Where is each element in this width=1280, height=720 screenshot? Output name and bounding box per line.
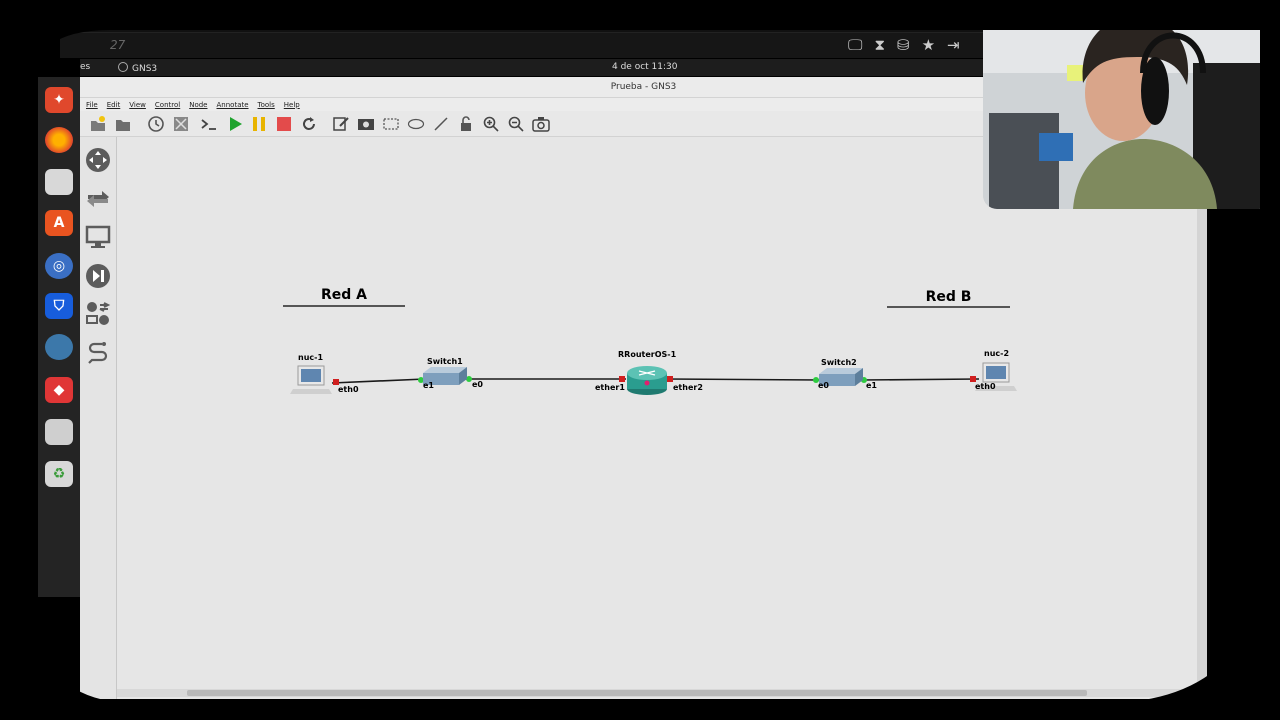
port-label-router-ether1: ether1 [595, 383, 625, 392]
history-icon[interactable] [147, 115, 165, 133]
topology-canvas[interactable]: Red A Red B nuc-1 Switch1 RRouterOS-1 Sw… [117, 137, 1197, 689]
node-label-switch1[interactable]: Switch1 [427, 357, 463, 366]
snapshot-icon[interactable] [172, 115, 190, 133]
port-label-nuc2-eth0: eth0 [975, 382, 996, 391]
routers-icon[interactable] [84, 146, 112, 174]
link-router-switch2[interactable] [665, 378, 822, 381]
all-devices-icon[interactable] [84, 300, 112, 328]
node-label-nuc1[interactable]: nuc-1 [298, 353, 323, 362]
app-menu[interactable]: GNS3 [118, 62, 157, 74]
stop-icon[interactable] [275, 115, 293, 133]
clock[interactable]: 4 de oct 11:30 [612, 62, 677, 72]
menu-node[interactable]: Node [189, 101, 207, 109]
horizontal-scrollbar[interactable] [117, 689, 1197, 697]
end-devices-icon[interactable] [84, 223, 112, 251]
webcam-person-image [983, 3, 1273, 209]
hourglass-icon[interactable]: ⧗ [874, 36, 885, 54]
router-device-icon[interactable] [627, 366, 667, 395]
port-label-nuc1-eth0: eth0 [338, 385, 359, 394]
menu-tools[interactable]: Tools [258, 101, 275, 109]
pause-icon[interactable] [250, 115, 268, 133]
draw-ellipse-icon[interactable] [407, 115, 425, 133]
link-switch2-nuc2[interactable] [860, 378, 980, 381]
menu-edit[interactable]: Edit [107, 101, 121, 109]
screenshot-icon[interactable] [532, 115, 550, 133]
webcam-overlay [983, 3, 1273, 209]
port-status-router-ether1 [619, 376, 625, 382]
horizontal-scroll-thumb[interactable] [187, 690, 1087, 696]
screen-share-icon[interactable]: 🖵 [848, 36, 862, 54]
trash-icon[interactable]: ♻ [45, 461, 73, 487]
port-status-router-ether2 [667, 376, 673, 382]
start-icon[interactable] [226, 115, 244, 133]
activities-button[interactable]: es [80, 62, 90, 72]
node-label-nuc2[interactable]: nuc-2 [984, 349, 1009, 358]
note-red-a[interactable]: Red A [283, 287, 405, 303]
nuc1-device-icon[interactable] [290, 365, 332, 394]
console-icon[interactable] [200, 115, 218, 133]
add-note-icon[interactable] [332, 115, 350, 133]
menu-file[interactable]: File [86, 101, 98, 109]
app-name: GNS3 [132, 64, 158, 74]
python-icon[interactable] [45, 334, 73, 360]
background-toolbar-text: 27 [110, 38, 126, 52]
dock: ✦ A ◎ ⛉ ◆ ♻ [38, 77, 80, 597]
topology-links [283, 305, 1017, 395]
draw-rectangle-icon[interactable] [382, 115, 400, 133]
vertical-scrollbar[interactable] [1197, 137, 1207, 699]
open-folder-icon[interactable] [114, 115, 132, 133]
monitor-icon[interactable] [256, 9, 270, 20]
port-label-sw1-e0: e0 [472, 380, 483, 389]
node-label-switch2[interactable]: Switch2 [821, 358, 857, 367]
zoom-out-icon[interactable] [507, 115, 525, 133]
browser-tab[interactable]: …27 [130, 4, 248, 28]
port-label-sw2-e0: e0 [818, 381, 829, 390]
text-editor-icon[interactable] [45, 419, 73, 445]
rocket-icon[interactable]: ✦ [45, 87, 73, 113]
switches-icon[interactable] [84, 185, 112, 213]
draw-line-icon[interactable] [432, 115, 450, 133]
star-icon[interactable]: ★ [922, 36, 935, 54]
zoom-in-icon[interactable] [482, 115, 500, 133]
port-label-sw2-e1: e1 [866, 381, 877, 390]
security-devices-icon[interactable] [84, 262, 112, 290]
menu-help[interactable]: Help [284, 101, 300, 109]
menu-annotate[interactable]: Annotate [217, 101, 249, 109]
reload-icon[interactable] [300, 115, 318, 133]
exit-icon[interactable]: ⇥ [947, 36, 960, 54]
bitwarden-icon[interactable]: ⛉ [45, 293, 73, 319]
node-label-router[interactable]: RRouterOS-1 [618, 350, 676, 359]
gns3-dock-icon[interactable]: ◎ [45, 253, 73, 279]
device-sidebar [80, 137, 117, 699]
link-nuc1-switch1[interactable] [331, 378, 426, 384]
new-project-icon[interactable] [89, 115, 107, 133]
add-link-icon[interactable] [84, 340, 112, 368]
port-label-sw1-e1: e1 [423, 381, 434, 390]
software-store-icon[interactable]: A [45, 210, 73, 236]
database-icon[interactable]: ⛁ [897, 36, 910, 54]
port-label-router-ether2: ether2 [673, 383, 703, 392]
anydesk-icon[interactable]: ◆ [45, 377, 73, 403]
lock-icon[interactable] [457, 115, 475, 133]
files-icon[interactable] [45, 169, 73, 195]
background-toolbar-icons: 🖵 ⧗ ⛁ ★ ⇥ [848, 36, 960, 54]
gns3-icon [118, 62, 128, 72]
firefox-icon[interactable] [45, 127, 73, 153]
insert-picture-icon[interactable] [357, 115, 375, 133]
note-red-b[interactable]: Red B [887, 289, 1010, 305]
menu-view[interactable]: View [129, 101, 146, 109]
menu-control[interactable]: Control [155, 101, 180, 109]
screen: …27 27 🖵 ⧗ ⛁ ★ ⇥ es GNS3 4 de oct 11:30 … [0, 0, 1280, 720]
